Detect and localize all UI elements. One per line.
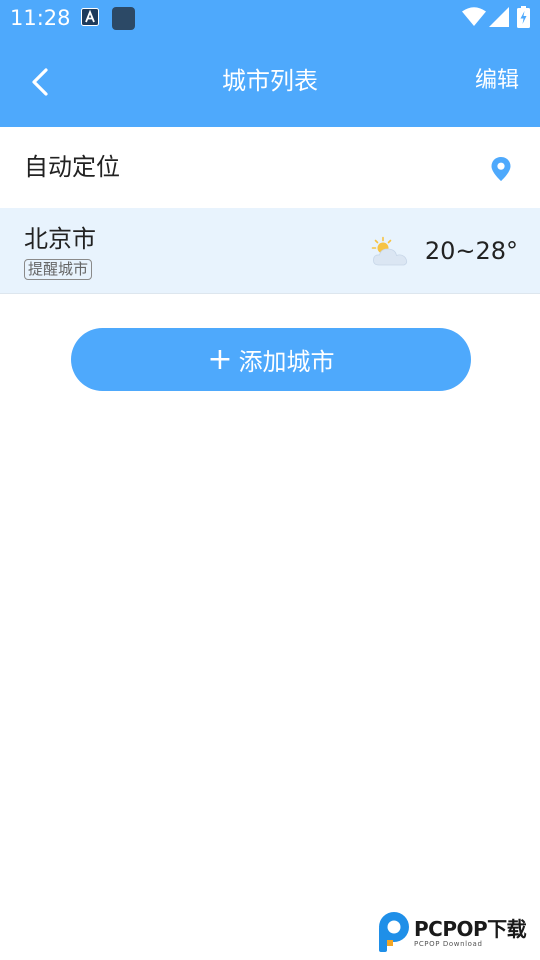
pcpop-logo-icon (379, 912, 409, 952)
auto-location-row[interactable]: 自动定位 (0, 127, 540, 208)
app-header: 11:28 城市列表 编辑 (0, 0, 540, 127)
location-pin-icon (491, 157, 511, 181)
page-title: 城市列表 (222, 67, 318, 95)
plus-icon: + (207, 341, 233, 377)
wifi-icon (462, 7, 486, 26)
status-bar: 11:28 (0, 0, 540, 37)
add-city-button[interactable]: + 添加城市 (71, 328, 471, 391)
cell-signal-icon (489, 7, 509, 27)
city-temperature: 20~28° (424, 237, 518, 265)
watermark-text: PCPOP下载 (414, 917, 527, 941)
app-notification-icon (81, 8, 99, 26)
watermark: PCPOP下载 PCPOP Download (372, 910, 540, 954)
add-city-label: 添加城市 (238, 348, 335, 376)
auto-location-label: 自动定位 (24, 153, 120, 181)
watermark-subtext: PCPOP Download (414, 940, 483, 948)
status-time: 11:28 (10, 6, 71, 30)
partly-cloudy-icon (371, 236, 408, 266)
edit-button[interactable]: 编辑 (475, 64, 519, 98)
app-notification-square-icon (112, 7, 135, 30)
city-list-item[interactable]: 北京市 提醒城市 20~28° (0, 208, 540, 294)
reminder-city-badge: 提醒城市 (24, 259, 93, 280)
city-name: 北京市 (24, 225, 96, 253)
battery-charging-icon (517, 6, 530, 28)
back-arrow-icon[interactable] (24, 62, 58, 102)
